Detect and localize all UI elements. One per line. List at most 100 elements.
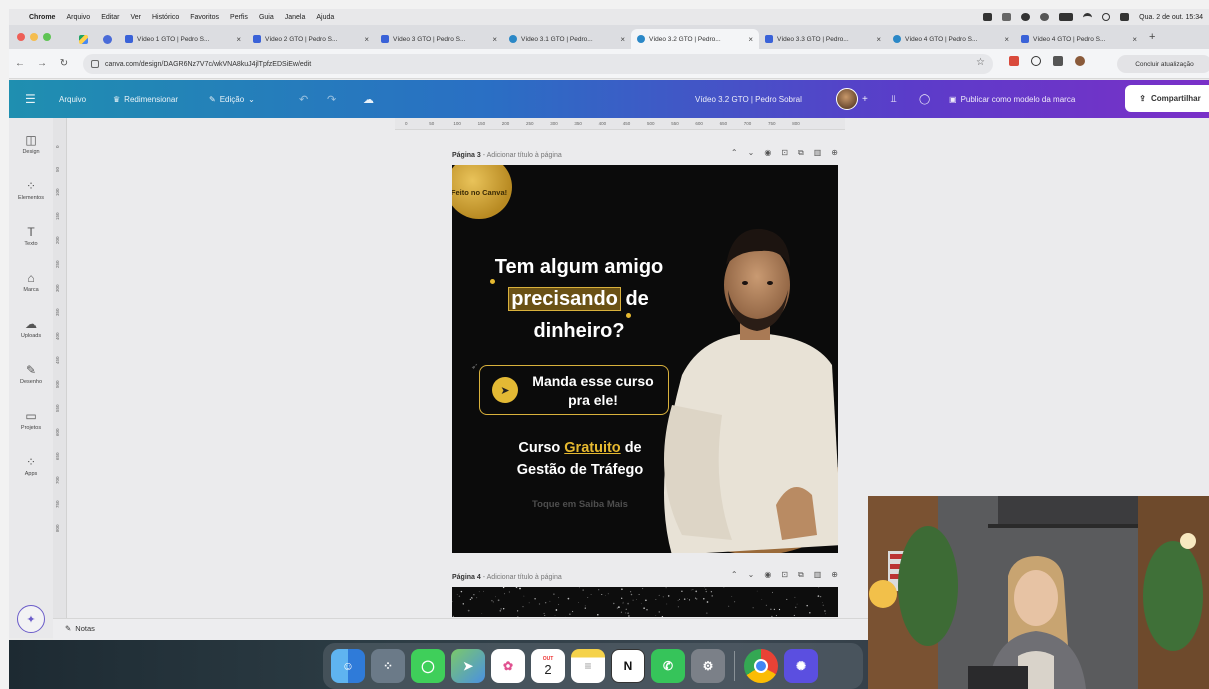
page-4-add-title[interactable]: - Adicionar título à página bbox=[483, 574, 562, 581]
battery-icon[interactable] bbox=[1059, 13, 1074, 21]
duplicate-icon[interactable]: ⧉ bbox=[798, 570, 804, 580]
design-page-4[interactable] bbox=[452, 587, 838, 617]
duplicate-icon[interactable]: ⧉ bbox=[798, 148, 804, 158]
tab-video-4b[interactable]: Vídeo 4 GTO | Pedro S... × bbox=[1015, 29, 1143, 49]
close-tab-icon[interactable]: × bbox=[748, 35, 753, 44]
design-page-3[interactable]: Feito no Canva! Tem algum amigo precisan… bbox=[452, 165, 838, 553]
selection-handle[interactable] bbox=[490, 279, 495, 284]
pinned-tab-drive[interactable] bbox=[71, 29, 95, 49]
comment-icon[interactable]: ◯ bbox=[919, 80, 930, 118]
notion-icon[interactable]: N bbox=[611, 649, 645, 683]
back-icon[interactable]: ← bbox=[9, 58, 31, 69]
finder-icon[interactable]: ☺ bbox=[331, 649, 365, 683]
menu-ajuda[interactable]: Ajuda bbox=[316, 14, 334, 21]
tab-video-4[interactable]: Vídeo 4 GTO | Pedro S... × bbox=[887, 29, 1015, 49]
menu-guia[interactable]: Guia bbox=[259, 14, 274, 21]
sidebar-item-draw[interactable]: ✎ Desenho bbox=[9, 354, 53, 394]
chrome-icon[interactable] bbox=[744, 649, 778, 683]
extension-icon[interactable] bbox=[1009, 56, 1019, 66]
selected-word-highlight[interactable]: precisando bbox=[508, 287, 621, 311]
wifi-icon[interactable] bbox=[1083, 13, 1093, 21]
search-icon[interactable] bbox=[1102, 13, 1111, 21]
tab-video-3-3[interactable]: Vídeo 3.3 GTO | Pedro... × bbox=[759, 29, 887, 49]
lock-icon[interactable]: ⊡ bbox=[781, 148, 788, 158]
close-tab-icon[interactable]: × bbox=[1004, 35, 1009, 44]
screen-record-icon[interactable] bbox=[1002, 13, 1012, 21]
add-page-icon[interactable]: ⊕ bbox=[831, 148, 838, 158]
tab-video-3[interactable]: Vídeo 3 GTO | Pedro S... × bbox=[375, 29, 503, 49]
chevron-up-icon[interactable]: ⌃ bbox=[731, 148, 738, 158]
course-text[interactable]: Curso Gratuito de Gestão de Tráfego bbox=[470, 437, 690, 481]
status-icon[interactable] bbox=[983, 13, 993, 21]
touch-cta-text[interactable]: Toque em Saiba Mais bbox=[470, 499, 690, 510]
close-tab-icon[interactable]: × bbox=[364, 35, 369, 44]
tab-search-icon[interactable] bbox=[1053, 56, 1063, 66]
edit-mode-button[interactable]: ✎ Edição ⌄ bbox=[209, 80, 255, 118]
insights-icon[interactable]: ⫫ bbox=[891, 80, 897, 118]
close-tab-icon[interactable]: × bbox=[876, 35, 881, 44]
tab-video-3-2[interactable]: Vídeo 3.2 GTO | Pedro... × bbox=[631, 29, 759, 49]
pinned-tab-profile[interactable] bbox=[95, 29, 119, 49]
zoom-window-button[interactable] bbox=[43, 33, 51, 41]
messages-icon[interactable]: ◯ bbox=[411, 649, 445, 683]
notes-app-icon[interactable]: ≡ bbox=[571, 649, 605, 683]
sidebar-item-elements[interactable]: ⁘ Elementos bbox=[9, 170, 53, 210]
calendar-icon[interactable]: OUT 2 bbox=[531, 649, 565, 683]
trash-icon[interactable]: ▥ bbox=[814, 570, 822, 580]
undo-icon[interactable]: ↶ bbox=[299, 80, 308, 118]
page-3-add-title[interactable]: - Adicionar título à página bbox=[483, 152, 562, 159]
menu-icon[interactable]: ☰ bbox=[25, 80, 36, 118]
system-settings-icon[interactable]: ⚙ bbox=[691, 649, 725, 683]
tab-video-3-1[interactable]: Vídeo 3.1 GTO | Pedro... × bbox=[503, 29, 631, 49]
add-page-icon[interactable]: ⊕ bbox=[831, 570, 838, 580]
bookmark-star-icon[interactable]: ☆ bbox=[976, 57, 985, 68]
minimize-window-button[interactable] bbox=[30, 33, 38, 41]
sidebar-item-uploads[interactable]: ☁ Uploads bbox=[9, 308, 53, 348]
document-title[interactable]: Vídeo 3.2 GTO | Pedro Sobral bbox=[695, 80, 802, 118]
tab-video-1[interactable]: Vídeo 1 GTO | Pedro S... × bbox=[119, 29, 247, 49]
chevron-down-icon[interactable]: ⌄ bbox=[748, 570, 755, 580]
file-menu[interactable]: Arquivo bbox=[59, 80, 86, 118]
menu-chrome[interactable]: Chrome bbox=[29, 14, 55, 21]
sidebar-item-design[interactable]: ◫ Design bbox=[9, 124, 53, 164]
lock-icon[interactable]: ⊡ bbox=[781, 570, 788, 580]
notes-button[interactable]: ✎ Notas bbox=[65, 624, 95, 633]
sidebar-item-apps[interactable]: ⁘ Apps bbox=[9, 446, 53, 486]
eye-icon[interactable]: ◉ bbox=[764, 148, 771, 158]
address-bar[interactable]: canva.com/design/DAGR6Nz7V7c/wkVNA8kuJ4j… bbox=[83, 54, 993, 74]
close-tab-icon[interactable]: × bbox=[492, 35, 497, 44]
redo-icon[interactable]: ↷ bbox=[327, 80, 336, 118]
update-button[interactable]: Concluir atualização bbox=[1117, 55, 1209, 73]
cloud-save-icon[interactable]: ☁ bbox=[363, 80, 374, 118]
close-window-button[interactable] bbox=[17, 33, 25, 41]
new-tab-button[interactable]: + bbox=[1149, 31, 1155, 43]
reload-icon[interactable]: ↻ bbox=[53, 58, 75, 69]
trash-icon[interactable]: ▥ bbox=[814, 148, 822, 158]
menu-favoritos[interactable]: Favoritos bbox=[190, 14, 219, 21]
sidebar-item-projects[interactable]: ▭ Projetos bbox=[9, 400, 53, 440]
profile-icon[interactable] bbox=[1075, 56, 1085, 66]
menu-perfis[interactable]: Perfis bbox=[230, 14, 248, 21]
moon-icon[interactable] bbox=[1021, 13, 1031, 21]
close-tab-icon[interactable]: × bbox=[236, 35, 241, 44]
site-info-icon[interactable] bbox=[91, 60, 99, 68]
maps-icon[interactable]: ➤ bbox=[451, 649, 485, 683]
tab-video-2[interactable]: Vídeo 2 GTO | Pedro S... × bbox=[247, 29, 375, 49]
forward-icon[interactable]: → bbox=[31, 58, 53, 69]
sidebar-item-brand[interactable]: ⌂ Marca bbox=[9, 262, 53, 302]
extension-icon[interactable] bbox=[1031, 56, 1041, 66]
headline-text[interactable]: Tem algum amigo precisando de dinheiro? bbox=[468, 251, 690, 347]
add-collaborator-icon[interactable]: + bbox=[862, 80, 868, 118]
menu-arquivo[interactable]: Arquivo bbox=[66, 14, 90, 21]
close-tab-icon[interactable]: × bbox=[1132, 35, 1137, 44]
menu-historico[interactable]: Histórico bbox=[152, 14, 179, 21]
publish-template-button[interactable]: ▣ Publicar como modelo da marca bbox=[949, 80, 1075, 118]
menubar-clock[interactable]: Qua. 2 de out. 15:34 bbox=[1139, 14, 1203, 21]
selection-handle[interactable] bbox=[626, 313, 631, 318]
close-tab-icon[interactable]: × bbox=[620, 35, 625, 44]
app-icon-flower[interactable]: ✺ bbox=[784, 649, 818, 683]
photos-icon[interactable]: ✿ bbox=[491, 649, 525, 683]
launchpad-icon[interactable]: ⁘ bbox=[371, 649, 405, 683]
sidebar-item-text[interactable]: T Texto bbox=[9, 216, 53, 256]
user-avatar[interactable] bbox=[836, 88, 858, 110]
